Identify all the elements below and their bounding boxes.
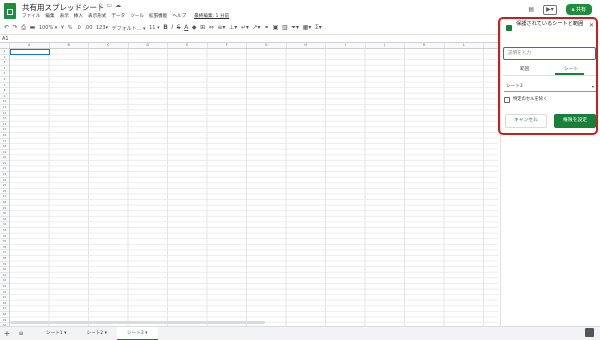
column-header[interactable]: J xyxy=(366,43,405,48)
functions-icon[interactable]: Σ▾ xyxy=(315,24,322,32)
undo-icon[interactable]: ↶ xyxy=(4,24,9,32)
close-icon[interactable]: ✕ xyxy=(589,22,594,29)
redo-icon[interactable]: ↷ xyxy=(13,24,18,32)
column-header[interactable]: H xyxy=(287,43,326,48)
sheet-protection-icon xyxy=(506,25,512,31)
column-header[interactable]: G xyxy=(247,43,287,48)
share-button[interactable]: 🔒︎ 共有 xyxy=(565,4,592,15)
menu-item[interactable]: 編集 xyxy=(45,13,54,19)
sheet-tab[interactable]: シート2 ▾ xyxy=(77,327,118,340)
select-all-corner[interactable] xyxy=(0,43,10,48)
column-header[interactable]: I xyxy=(326,43,366,48)
add-sheet-icon[interactable]: + xyxy=(0,329,14,338)
move-folder-icon[interactable]: ▭ xyxy=(106,2,115,9)
menu-item[interactable]: ヘルプ xyxy=(172,13,186,19)
last-edit-link[interactable]: 最終編集: 1 分前 xyxy=(194,13,229,19)
filter-icon[interactable]: ⏷▾ xyxy=(291,24,299,32)
text-rotation-icon[interactable]: ↗▾ xyxy=(252,24,260,32)
column-header[interactable]: C xyxy=(89,43,129,48)
more-formats-button[interactable]: 123▾ xyxy=(96,25,108,31)
document-title[interactable]: 共有用スプレッドシート xyxy=(22,2,105,13)
column-header[interactable]: F xyxy=(208,43,247,48)
formula-bar: A1 xyxy=(0,34,500,42)
explore-icon[interactable] xyxy=(585,328,594,337)
increase-decimal-button[interactable]: .00 xyxy=(84,25,92,31)
cloud-status-icon: ☁ xyxy=(115,2,125,9)
strikethrough-icon[interactable]: S xyxy=(177,24,181,32)
percent-button[interactable]: % xyxy=(68,25,73,31)
fill-color-icon[interactable]: ◆ xyxy=(192,24,197,32)
meet-icon[interactable]: ▶▾ xyxy=(543,4,557,15)
decrease-decimal-button[interactable]: .0 xyxy=(76,25,81,31)
italic-icon[interactable]: I xyxy=(171,24,173,32)
menu-item[interactable]: 挿入 xyxy=(74,13,83,19)
sheet-tab-menu-icon[interactable]: ▾ xyxy=(63,331,66,336)
exclude-cells-label: 特定のセルを除く xyxy=(513,97,548,102)
tab-sheet[interactable]: シート xyxy=(564,66,578,72)
tab-range[interactable]: 範囲 xyxy=(520,66,529,72)
insert-comment-icon[interactable]: ▣ xyxy=(273,24,279,32)
text-wrapping-icon[interactable]: ↵▾ xyxy=(241,24,249,32)
panel-title: 保護されているシートと範囲 xyxy=(516,21,584,27)
column-header[interactable]: D xyxy=(129,43,168,48)
exclude-cells-checkbox[interactable] xyxy=(504,97,510,103)
horizontal-scrollbar[interactable] xyxy=(10,321,265,324)
sheet-tab[interactable]: シート1 ▾ xyxy=(36,327,77,340)
vertical-align-icon[interactable]: ⊥▾ xyxy=(229,24,237,32)
font-size-select[interactable]: 11 ▾ xyxy=(149,25,159,31)
dropdown-arrow-icon: ▾ xyxy=(591,84,594,89)
filter-views-icon[interactable]: ▦▾ xyxy=(303,24,312,32)
column-header[interactable]: A xyxy=(10,43,50,48)
zoom-select[interactable]: 100% ▾ xyxy=(39,25,57,31)
all-sheets-icon[interactable]: ≡ xyxy=(14,330,28,338)
sheet-tab-menu-icon[interactable]: ▾ xyxy=(103,331,107,336)
horizontal-align-icon[interactable]: ≡▾ xyxy=(217,24,225,32)
sheets-logo[interactable] xyxy=(4,3,16,19)
cell-area[interactable] xyxy=(10,49,498,326)
menu-item[interactable]: ファイル xyxy=(22,13,40,19)
menu-item[interactable]: データ xyxy=(111,13,125,19)
toolbar: ↶ ↷ ⎙ ▬ 100% ▾ ¥ % .0 .00 123▾ デフォルト... … xyxy=(0,23,500,33)
menu-item[interactable]: 拡張機能 xyxy=(149,13,167,19)
paint-format-icon[interactable]: ▬ xyxy=(30,24,36,32)
menu-item[interactable]: 表示形式 xyxy=(88,13,106,19)
set-permissions-button[interactable]: 権限を設定 xyxy=(554,114,596,128)
comment-history-icon[interactable]: ▤ xyxy=(528,6,534,14)
text-color-icon[interactable]: A xyxy=(184,24,188,32)
menu-item[interactable]: ツール xyxy=(130,13,144,19)
font-select[interactable]: デフォルト... ▾ xyxy=(112,25,146,32)
insert-chart-icon[interactable]: ▥ xyxy=(282,24,288,32)
cancel-button[interactable]: キャンセル xyxy=(505,114,547,128)
column-header[interactable]: K xyxy=(405,43,445,48)
row-headers: 1 2 3 4 5 6 7 8 9 10 11 12 13 14 15 16 17 18 19 20 21 22 23 24 2… xyxy=(0,49,10,326)
bold-icon[interactable]: B xyxy=(163,24,168,32)
borders-icon[interactable]: ⊞ xyxy=(200,24,205,32)
menu-bar: ファイル 編集 表示 挿入 表示形式 データ ツール 拡張機能 ヘルプ 最終編集: 1 分前 xyxy=(22,13,229,19)
selected-cell[interactable] xyxy=(10,49,50,55)
currency-button[interactable]: ¥ xyxy=(61,25,64,31)
tab-divider xyxy=(503,75,596,76)
insert-link-icon[interactable]: ⚭ xyxy=(264,24,269,32)
column-header[interactable]: L xyxy=(445,43,484,48)
menu-item[interactable]: 表示 xyxy=(60,13,69,19)
spreadsheet-grid[interactable]: ABCDEFGHIJKL 1 2 3 4 5 6 7 8 9 10 11 12 13 14 15 16 17 18… xyxy=(0,42,498,326)
sheet-tab-menu-icon[interactable]: ▾ xyxy=(144,331,147,336)
protected-sheets-panel xyxy=(500,18,600,326)
description-input[interactable]: 説明を入力 xyxy=(503,47,596,60)
lock-icon: 🔒︎ xyxy=(571,7,575,13)
column-header[interactable]: B xyxy=(50,43,89,48)
sheet-dropdown[interactable]: シート3 ▾ xyxy=(504,82,596,92)
merge-cells-icon[interactable]: ⇔ xyxy=(209,24,214,32)
sheet-tab-bar: + ≡ シート1 ▾ シート2 ▾ シート3 ▾ xyxy=(0,326,600,340)
column-header[interactable]: E xyxy=(168,43,208,48)
sheet-tab[interactable]: シート3 ▾ xyxy=(117,326,158,340)
print-icon[interactable]: ⎙ xyxy=(21,24,26,32)
